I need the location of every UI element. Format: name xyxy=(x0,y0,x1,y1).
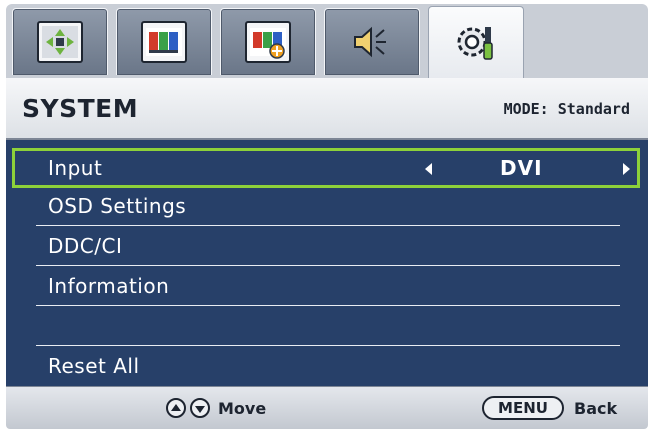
mode-indicator: MODE: Standard xyxy=(503,100,630,118)
osd-window: SYSTEM MODE: Standard Input DVI OSD Sett… xyxy=(6,4,648,429)
menu-item-osd-settings[interactable]: OSD Settings xyxy=(36,188,620,226)
color-bars-icon xyxy=(141,21,187,63)
tab-picture[interactable] xyxy=(12,8,108,75)
menu-list: Input DVI OSD Settings DDC/CI Informatio… xyxy=(6,140,648,386)
menu-item-label: Information xyxy=(48,274,170,298)
tab-system[interactable] xyxy=(428,6,524,79)
tab-color[interactable] xyxy=(116,8,212,75)
menu-key-icon: MENU xyxy=(482,396,564,420)
speaker-icon xyxy=(349,21,395,63)
menu-item-empty xyxy=(36,308,620,346)
arrow-left-icon[interactable] xyxy=(425,163,432,175)
menu-item-ddc-ci[interactable]: DDC/CI xyxy=(36,228,620,266)
menu-item-label: OSD Settings xyxy=(48,194,187,218)
move-hint: Move xyxy=(218,399,267,418)
input-value: DVI xyxy=(500,156,543,180)
menu-item-reset-all[interactable]: Reset All xyxy=(36,348,620,386)
up-button-icon xyxy=(166,398,186,418)
picture-icon xyxy=(37,21,83,63)
tab-bar xyxy=(6,4,648,79)
page-title: SYSTEM xyxy=(22,94,139,123)
tab-picture-advanced[interactable] xyxy=(220,8,316,75)
menu-item-information[interactable]: Information xyxy=(36,268,620,306)
tab-audio[interactable] xyxy=(324,8,420,75)
menu-item-input[interactable]: Input DVI xyxy=(12,148,640,188)
arrow-right-icon[interactable] xyxy=(623,163,630,175)
menu-item-label: Input xyxy=(48,156,103,180)
down-button-icon xyxy=(190,398,210,418)
back-hint: Back xyxy=(574,399,618,418)
menu-header: SYSTEM MODE: Standard xyxy=(6,78,648,140)
system-gear-icon xyxy=(453,22,499,64)
menu-item-label: Reset All xyxy=(48,354,140,378)
picture-advanced-icon xyxy=(245,21,291,63)
footer-hints: Move MENU Back xyxy=(6,386,648,429)
menu-item-label: DDC/CI xyxy=(48,234,123,258)
